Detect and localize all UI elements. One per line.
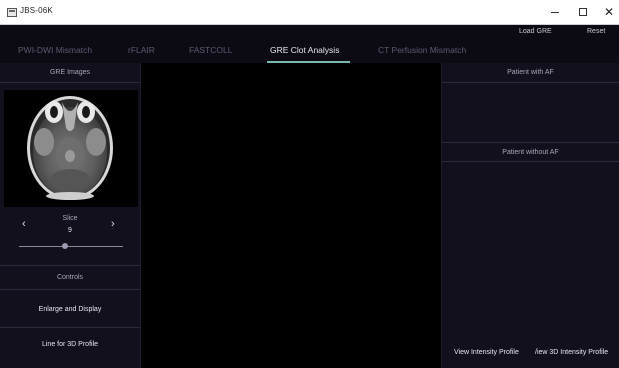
line-for-3d-profile-button[interactable]: Line for 3D Profile xyxy=(0,341,140,348)
view-3d-intensity-profile-button[interactable]: /iew 3D Intensity Profile xyxy=(535,349,608,356)
slice-label: Slice xyxy=(62,215,78,222)
app-window: JBS-06K ✕ Load GRE Reset PWI-DWI Mismatc… xyxy=(0,0,619,368)
enlarge-and-display-button[interactable]: Enlarge and Display xyxy=(0,306,140,313)
slice-slider-thumb[interactable] xyxy=(61,243,68,249)
maximize-button[interactable] xyxy=(572,3,594,21)
load-gre-button[interactable]: Load GRE xyxy=(519,28,552,35)
view-intensity-profile-button[interactable]: View Intensity Profile xyxy=(454,349,519,356)
reset-button[interactable]: Reset xyxy=(587,28,605,35)
patient-without-af-header: Patient without AF xyxy=(502,149,559,156)
patient-with-af-header: Patient with AF xyxy=(507,69,554,76)
tab-ct-perfusion-mismatch[interactable]: CT Perfusion Mismatch xyxy=(378,45,466,55)
minimize-icon xyxy=(551,11,559,13)
divider xyxy=(442,142,619,143)
close-button[interactable]: ✕ xyxy=(598,3,619,21)
divider xyxy=(0,327,140,328)
app-icon xyxy=(7,8,17,17)
slice-slider-track[interactable] xyxy=(19,246,123,247)
close-icon: ✕ xyxy=(603,5,615,19)
tab-pwi-dwi-mismatch[interactable]: PWI-DWI Mismatch xyxy=(18,45,92,55)
chevron-right-icon[interactable]: › xyxy=(111,218,115,230)
divider xyxy=(0,289,140,290)
right-panel: Patient with AF Patient without AF View … xyxy=(442,63,619,368)
image-viewer[interactable] xyxy=(140,63,442,368)
left-panel: GRE Images ‹ Slice 9 › Controls Enlarge … xyxy=(0,63,140,368)
divider xyxy=(0,82,140,83)
tab-bar: PWI-DWI Mismatch rFLAIR FASTCOLL GRE Clo… xyxy=(0,41,619,63)
maximize-icon xyxy=(579,8,587,16)
divider xyxy=(0,265,140,266)
top-toolbar: Load GRE Reset xyxy=(0,25,619,41)
tab-fastcoll[interactable]: FASTCOLL xyxy=(189,45,232,55)
title-bar: JBS-06K ✕ xyxy=(0,0,619,25)
slice-value: 9 xyxy=(68,227,72,234)
tab-gre-clot-analysis[interactable]: GRE Clot Analysis xyxy=(270,45,339,55)
minimize-button[interactable] xyxy=(544,3,566,21)
divider xyxy=(442,161,619,162)
window-title: JBS-06K xyxy=(20,6,53,15)
mri-brain-slice xyxy=(27,96,113,200)
divider xyxy=(442,82,619,83)
mri-image[interactable] xyxy=(4,90,138,207)
gre-images-header: GRE Images xyxy=(49,69,91,76)
controls-header: Controls xyxy=(56,274,84,281)
tab-rflair[interactable]: rFLAIR xyxy=(128,45,155,55)
